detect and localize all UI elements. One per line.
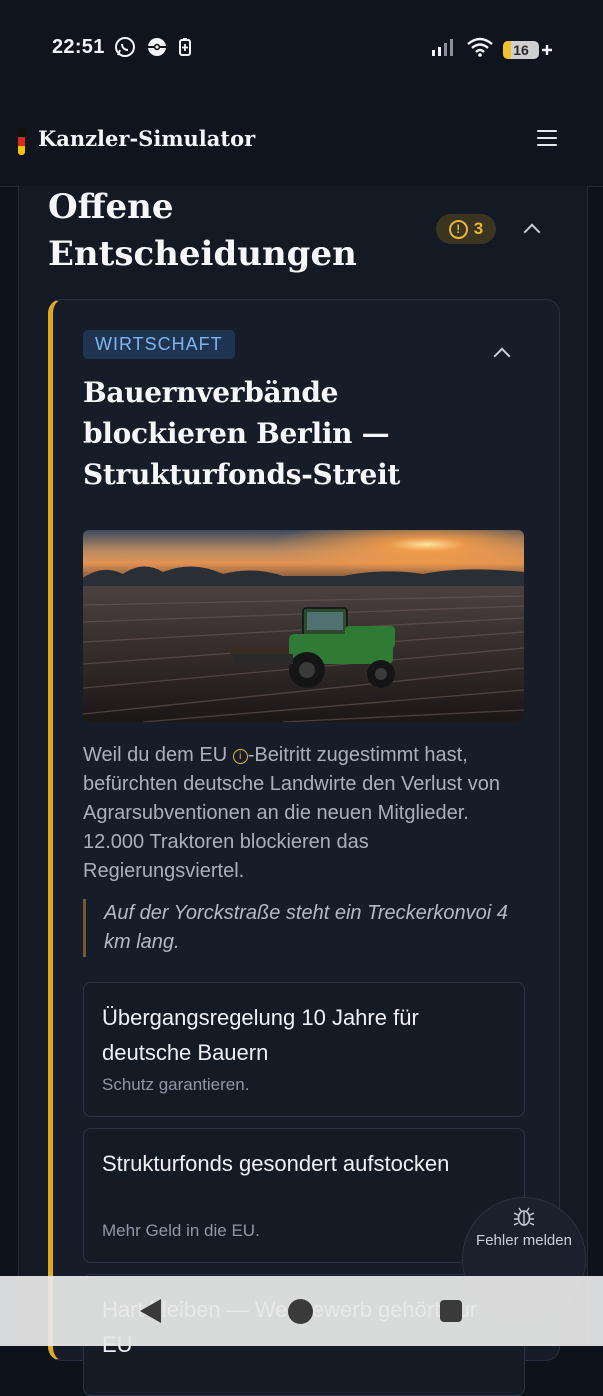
status-icons-left — [114, 36, 192, 63]
section-title: Offene Entscheidungen — [48, 187, 357, 274]
hamburger-menu-icon[interactable] — [537, 130, 557, 148]
bug-icon — [513, 1206, 535, 1233]
recents-icon[interactable] — [440, 1300, 462, 1322]
battery-icon: 16 — [503, 40, 553, 59]
warning-icon: ! — [448, 219, 468, 239]
home-icon[interactable] — [288, 1299, 313, 1324]
app-title[interactable]: Kanzler-Simulator — [38, 126, 255, 151]
open-count: 3 — [473, 219, 484, 238]
signal-icon — [431, 37, 457, 62]
pokeball-icon — [146, 36, 168, 63]
option-title: Strukturfonds gesondert aufstocken — [102, 1151, 450, 1176]
category-tag: WIRTSCHAFT — [83, 330, 235, 359]
whatsapp-icon — [114, 36, 136, 63]
event-quote: Auf der Yorckstraße steht ein Treckerkon… — [83, 899, 534, 957]
status-icons-right: 16 — [431, 37, 553, 62]
battery-level: 16 — [513, 41, 529, 58]
report-bug-label: Fehler melden — [476, 1232, 572, 1249]
option-title: Übergangsregelung 10 Jahre für deutsche … — [102, 1005, 419, 1065]
option-card-2[interactable]: Strukturfonds gesondert aufstocken Mehr … — [83, 1128, 525, 1263]
battery-saver-icon — [178, 37, 192, 62]
status-time: 22:51 — [52, 36, 105, 58]
option-description: Schutz garantieren. — [102, 1075, 250, 1094]
german-flag-icon — [18, 128, 25, 155]
event-description: Weil du dem EU i -Beitritt zugestimmt has… — [83, 744, 500, 882]
back-icon[interactable] — [140, 1299, 161, 1323]
open-count-badge: ! 3 — [436, 214, 496, 244]
wifi-icon — [467, 37, 493, 62]
eu-info-icon[interactable]: i — [232, 749, 248, 764]
event-image — [83, 530, 524, 722]
option-card-1[interactable]: Übergangsregelung 10 Jahre für deutsche … — [83, 982, 525, 1117]
option-description: Mehr Geld in die EU. — [102, 1221, 260, 1240]
event-title: Bauernverbände blockieren Berlin — Struk… — [83, 376, 401, 491]
